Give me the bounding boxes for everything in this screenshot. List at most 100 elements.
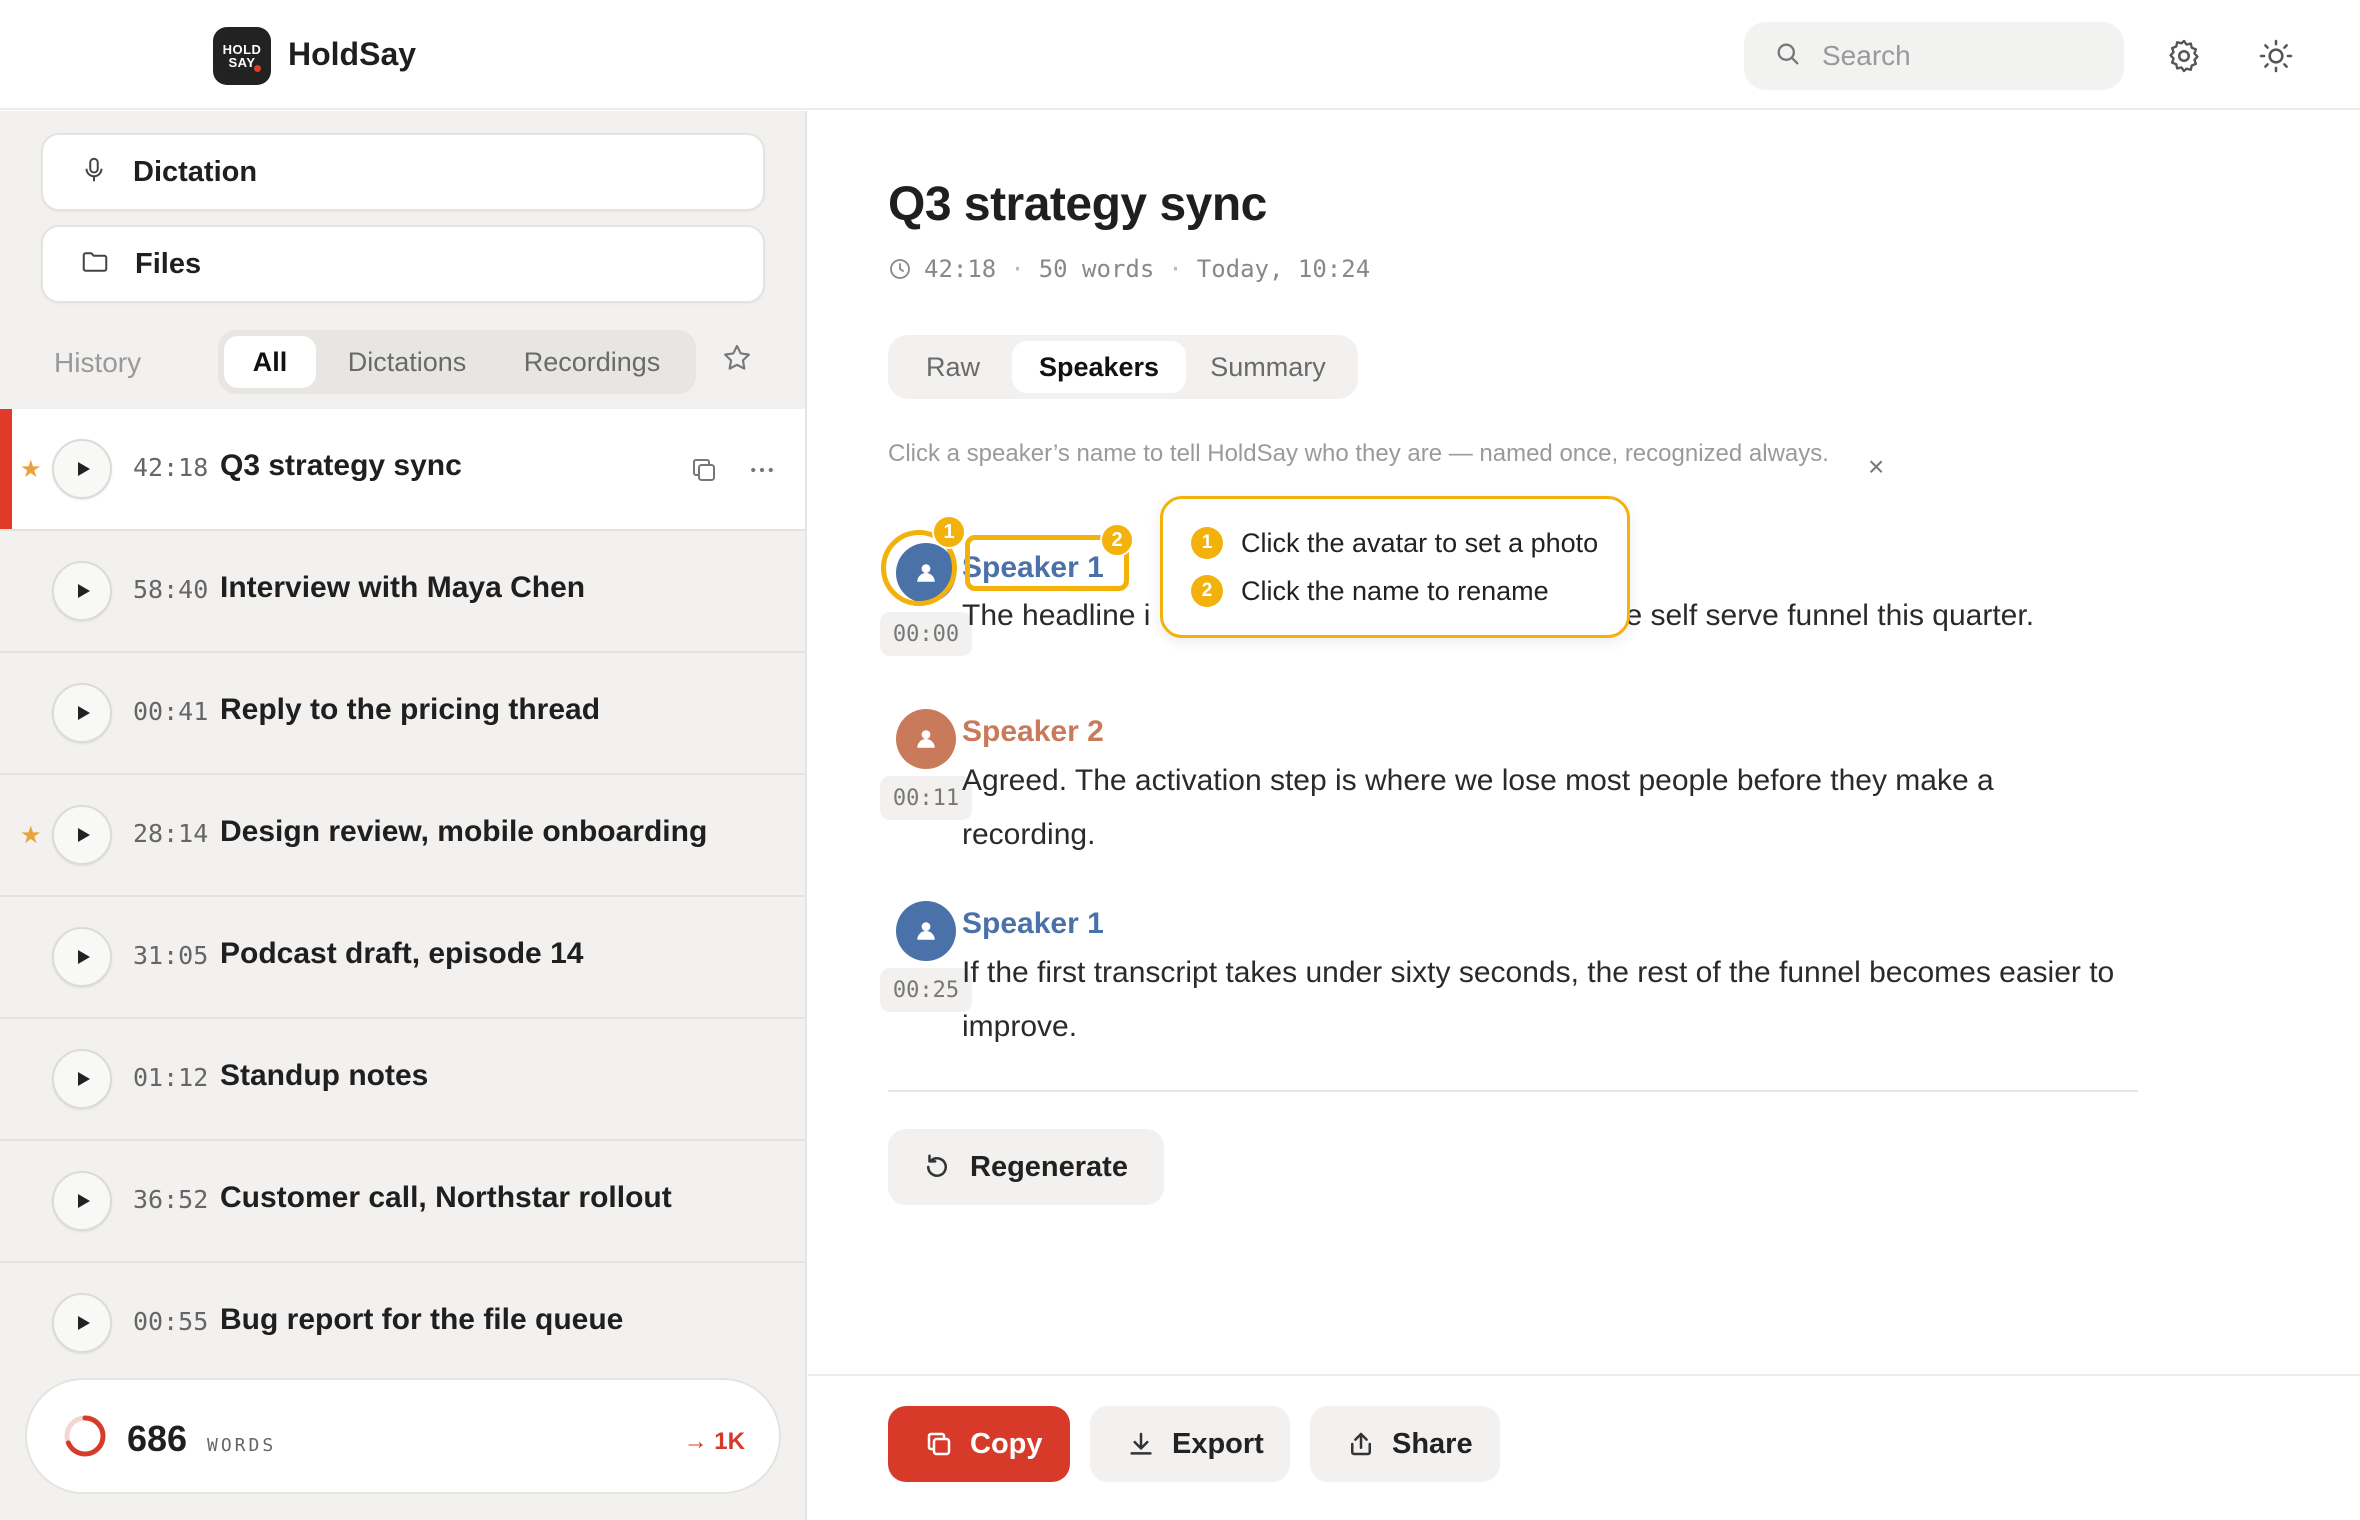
logo-dot	[254, 65, 261, 72]
sidebar: Dictation Files History All Dictations R…	[0, 111, 807, 1520]
list-item[interactable]: 31:05 Podcast draft, episode 14	[0, 897, 805, 1019]
item-duration: 00:41	[133, 697, 209, 726]
clock-icon	[888, 257, 912, 281]
star-filter-icon[interactable]	[720, 341, 756, 377]
play-button[interactable]	[52, 1171, 112, 1231]
list-item[interactable]: ★ 28:14 Design review, mobile onboarding	[0, 775, 805, 897]
export-button[interactable]: Export	[1090, 1406, 1290, 1482]
tab-summary[interactable]: Summary	[1186, 341, 1350, 393]
regenerate-label: Regenerate	[970, 1150, 1128, 1183]
filter-all[interactable]: All	[224, 336, 316, 388]
sun-icon[interactable]	[2254, 34, 2298, 78]
close-icon[interactable]: ×	[1868, 451, 1884, 483]
export-label: Export	[1172, 1427, 1264, 1460]
meta-separator: ·	[1168, 255, 1183, 283]
user-icon	[917, 922, 935, 940]
filter-recordings[interactable]: Recordings	[498, 336, 686, 388]
tooltip-line-1: 1 Click the avatar to set a photo	[1191, 527, 1598, 559]
regenerate-button[interactable]: Regenerate	[888, 1129, 1164, 1205]
speaker-name[interactable]: Speaker 2	[962, 715, 1104, 749]
word-unit: WORDS	[207, 1435, 277, 1456]
play-button[interactable]	[52, 1293, 112, 1353]
segment-text-start: The headline i	[962, 599, 1151, 632]
step-badge-2: 2	[1100, 523, 1134, 557]
meta-words: 50 words	[1038, 255, 1155, 283]
gear-icon[interactable]	[2162, 34, 2206, 78]
list-item[interactable]: 00:55 Bug report for the file queue	[0, 1263, 805, 1385]
step-badge-1: 1	[932, 515, 966, 549]
files-button[interactable]: Files	[41, 225, 765, 303]
search-input[interactable]	[1822, 40, 2102, 72]
play-button[interactable]	[52, 561, 112, 621]
logo-text-line2: SAY	[228, 55, 256, 70]
item-duration: 31:05	[133, 941, 209, 970]
folder-icon	[79, 247, 111, 282]
view-tabs: Raw Speakers Summary	[888, 335, 1358, 399]
filter-dictations[interactable]: Dictations	[316, 336, 498, 388]
copy-icon[interactable]	[687, 453, 721, 487]
meta-separator: ·	[1010, 255, 1025, 283]
item-duration: 28:14	[133, 819, 209, 848]
microphone-icon	[79, 155, 109, 190]
segment-timestamp[interactable]: 00:11	[880, 776, 972, 820]
history-list: ★ 42:18 Q3 strategy sync 58:40 Interview…	[0, 409, 805, 1385]
star-icon: ★	[20, 456, 42, 483]
speaker-avatar[interactable]	[896, 901, 956, 961]
item-duration: 01:12	[133, 1063, 209, 1092]
list-item[interactable]: 01:12 Standup notes	[0, 1019, 805, 1141]
item-title: Standup notes	[220, 1059, 429, 1092]
transcript-segment: Speaker 1 00:25 If the first transcript …	[868, 883, 2268, 1063]
search-icon	[1774, 40, 1802, 73]
history-label: History	[54, 347, 142, 378]
more-icon[interactable]	[745, 453, 779, 487]
history-filter: All Dictations Recordings	[218, 330, 696, 394]
list-item[interactable]: ★ 42:18 Q3 strategy sync	[0, 409, 805, 531]
files-label: Files	[135, 247, 202, 280]
app-logo: HOLD SAY	[213, 27, 271, 85]
play-button[interactable]	[52, 927, 112, 987]
copy-button[interactable]: Copy	[888, 1406, 1070, 1482]
item-duration: 36:52	[133, 1185, 209, 1214]
copy-icon	[927, 1432, 951, 1456]
item-title: Design review, mobile onboarding	[220, 815, 708, 848]
segment-timestamp[interactable]: 00:25	[880, 968, 972, 1012]
play-button[interactable]	[52, 805, 112, 865]
play-button[interactable]	[52, 683, 112, 743]
action-footer: Copy Export Share	[808, 1374, 2360, 1520]
transcript-segment: Speaker 2 00:11 Agreed. The activation s…	[868, 691, 2268, 871]
tooltip-step-1: 1	[1191, 527, 1223, 559]
share-button[interactable]: Share	[1310, 1406, 1500, 1482]
tooltip-text-1: Click the avatar to set a photo	[1241, 527, 1599, 558]
share-icon	[1351, 1432, 1371, 1456]
item-duration: 58:40	[133, 575, 209, 604]
segment-text-end: e self serve funnel this quarter.	[1625, 599, 2035, 632]
onboarding-tooltip: 1 Click the avatar to set a photo 2 Clic…	[1160, 496, 1630, 638]
tooltip-step-2: 2	[1191, 575, 1223, 607]
item-title: Bug report for the file queue	[220, 1303, 624, 1336]
divider	[888, 1090, 2138, 1092]
transcript-meta: 42:18 · 50 words · Today, 10:24	[888, 255, 1370, 283]
word-count: 686	[127, 1418, 188, 1459]
list-item[interactable]: 00:41 Reply to the pricing thread	[0, 653, 805, 775]
play-button[interactable]	[52, 1049, 112, 1109]
word-progress-ring	[64, 1415, 106, 1457]
tab-raw[interactable]: Raw	[894, 341, 1012, 393]
speaker-name[interactable]: Speaker 1	[962, 907, 1104, 941]
list-item[interactable]: 36:52 Customer call, Northstar rollout	[0, 1141, 805, 1263]
segment-timestamp[interactable]: 00:00	[880, 612, 972, 656]
star-icon: ★	[20, 822, 42, 849]
search-box[interactable]	[1744, 22, 2124, 90]
speaker-avatar[interactable]	[896, 709, 956, 769]
refresh-icon	[927, 1154, 947, 1177]
share-label: Share	[1392, 1427, 1473, 1460]
tab-speakers[interactable]: Speakers	[1012, 341, 1186, 393]
word-count-card: 686 WORDS → 1K	[25, 1378, 781, 1494]
list-item[interactable]: 58:40 Interview with Maya Chen	[0, 531, 805, 653]
item-title: Customer call, Northstar rollout	[220, 1181, 672, 1214]
play-button[interactable]	[52, 439, 112, 499]
tooltip-text-2: Click the name to rename	[1241, 575, 1549, 606]
item-title: Reply to the pricing thread	[220, 693, 601, 726]
dictation-button[interactable]: Dictation	[41, 133, 765, 211]
tooltip-line-2: 2 Click the name to rename	[1191, 575, 1549, 607]
download-icon	[1130, 1432, 1152, 1455]
